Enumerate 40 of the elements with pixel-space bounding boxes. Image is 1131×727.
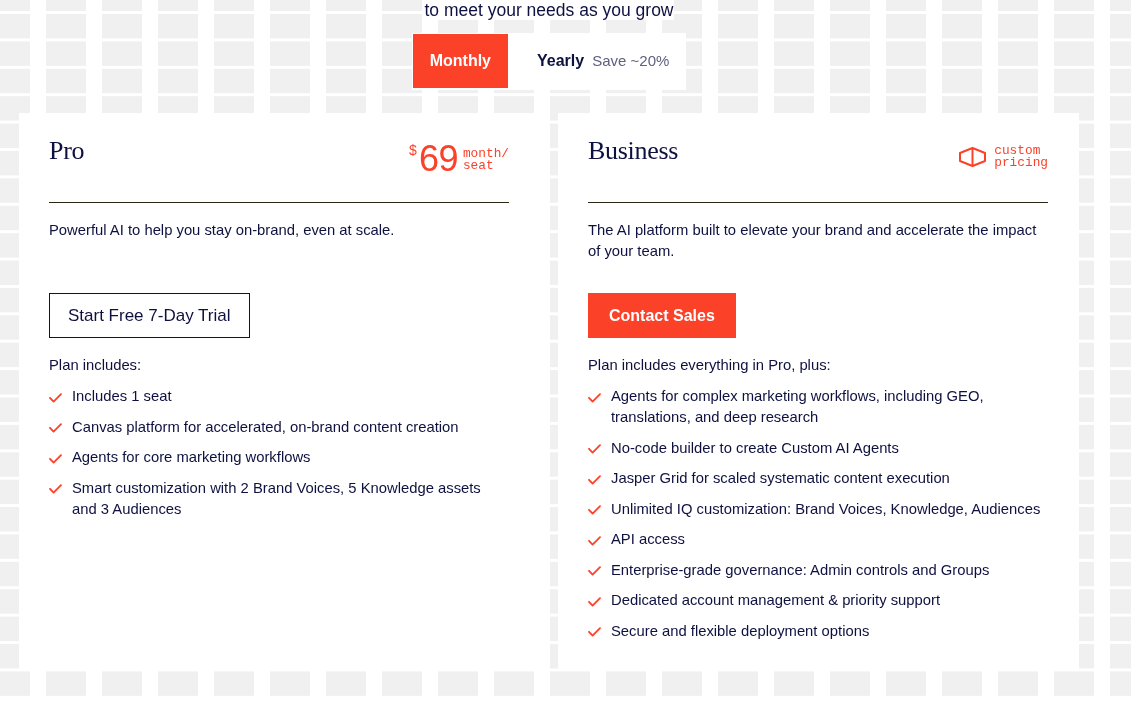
plan-cta-button[interactable]: Start Free 7-Day Trial	[49, 293, 250, 338]
plan-title: Business	[588, 138, 679, 164]
plan-description: Powerful AI to help you stay on-brand, even at scale.	[49, 221, 396, 240]
feature-item: Agents for core marketing workflows	[72, 448, 311, 467]
billing-tab[interactable]: Monthly	[412, 34, 508, 88]
feature-item: Enterprise-grade governance: Admin controls and Groups	[611, 560, 990, 580]
plan-description: The AI platform built to elevate your brand and accelerate the impact of your team.	[588, 221, 1038, 261]
section-subtitle: to meet your needs as you grow	[424, 0, 674, 20]
feature-item: Smart customization with 2 Brand Voices, 5 Knowledge assets and 3 Audiences	[72, 478, 482, 519]
feature-item: Canvas platform for accelerated, on-brand content creation	[72, 417, 459, 437]
feature-item: Agents for complex marketing workflows, including GEO, translations, and deep research	[611, 387, 985, 427]
feature-item: Dedicated account management & priority support	[611, 591, 940, 610]
feature-item: No-code builder to create Custom AI Agents	[611, 438, 899, 458]
feature-item: Secure and flexible deployment options	[611, 621, 870, 641]
feature-item: Unlimited IQ customization: Brand Voices, Knowledge, Audiences	[611, 499, 1041, 519]
feature-item: Jasper Grid for scaled systematic content execution	[611, 469, 950, 488]
check-icon	[588, 444, 601, 454]
check-icon	[588, 535, 601, 546]
check-icon	[588, 392, 601, 403]
check-icon	[588, 505, 601, 515]
plan-cta-button[interactable]: Contact Sales	[588, 293, 736, 338]
price-amount: 69	[418, 141, 458, 177]
check-icon	[588, 627, 601, 637]
check-icon	[588, 474, 601, 485]
check-icon	[49, 453, 62, 464]
features-heading: Plan includes everything in Pro, plus:	[588, 356, 832, 375]
custom-pricing-label: custom pricing	[994, 145, 1048, 169]
check-icon	[588, 566, 601, 576]
feature-item: API access	[611, 530, 685, 549]
check-icon	[49, 484, 62, 494]
features-heading: Plan includes:	[49, 356, 143, 375]
check-icon	[588, 596, 601, 607]
billing-tab[interactable]: Yearly Save ~20%	[520, 34, 687, 88]
feature-item: Includes 1 seat	[72, 387, 172, 406]
plan-title: Pro	[49, 138, 85, 164]
hexagon-icon	[959, 147, 987, 167]
price-unit: month/ seat	[462, 148, 509, 172]
check-icon	[49, 392, 62, 403]
check-icon	[49, 423, 62, 433]
price-currency: $	[409, 143, 417, 157]
